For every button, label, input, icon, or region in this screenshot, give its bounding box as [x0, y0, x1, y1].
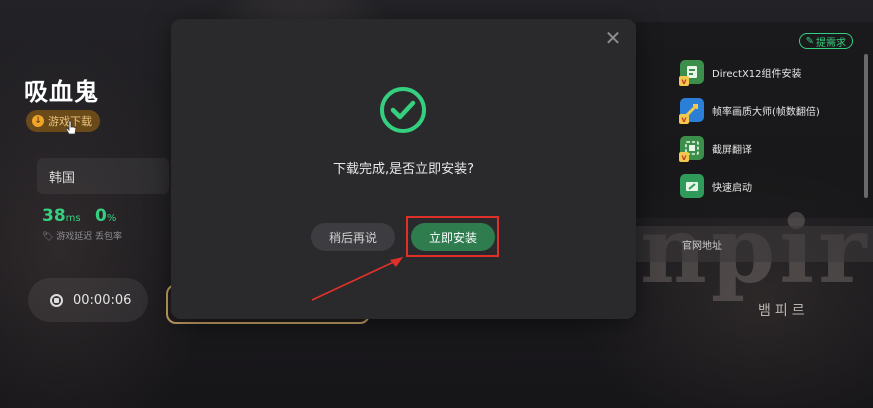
tool-label-screenshot-translate: 截屏翻译: [712, 144, 752, 156]
latency-stat: 38ms 🏷 游戏延迟: [42, 206, 92, 242]
region-label: 韩国: [49, 170, 76, 186]
korean-subtitle: 뱀피르: [758, 303, 809, 319]
loss-value: 0: [95, 206, 107, 226]
request-feature-label: 提需求: [816, 37, 846, 49]
official-site-label: 官网地址: [682, 240, 722, 252]
directx-icon: v: [679, 60, 704, 86]
game-download-button[interactable]: ↓ 游戏下载: [26, 110, 100, 132]
screenshot-translate-icon: v: [679, 136, 704, 162]
highlight-box: [406, 216, 499, 257]
latency-label: 🏷 游戏延迟: [42, 232, 93, 242]
tool-item-directx[interactable]: v DirectX12组件安装: [679, 59, 802, 86]
close-icon[interactable]: ✕: [604, 28, 622, 48]
loss-label: 丢包率: [95, 232, 123, 242]
timer-value: 00:00:06: [73, 292, 132, 308]
tool-label-quick-launch: 快速启动: [712, 182, 752, 194]
check-circle-icon: [380, 87, 426, 133]
latency-value: 38: [42, 206, 66, 226]
latency-unit: ms: [65, 213, 81, 224]
tool-label-directx: DirectX12组件安装: [712, 68, 802, 80]
session-timer[interactable]: 00:00:06: [28, 278, 148, 322]
official-site-link[interactable]: 官网地址: [636, 226, 873, 262]
later-button[interactable]: 稍后再说: [311, 223, 395, 251]
tool-label-frame-rate: 帧率画质大师(帧数翻倍): [712, 106, 820, 118]
tools-scrollbar[interactable]: [864, 54, 868, 198]
packet-loss-stat: 0% 丢包率: [95, 206, 122, 242]
region-selector[interactable]: 韩国: [37, 158, 169, 194]
dialog-message: 下载完成,是否立即安装?: [332, 162, 475, 177]
game-title: 吸血鬼: [24, 78, 99, 106]
tool-item-frame-rate[interactable]: v 帧率画质大师(帧数翻倍): [679, 97, 820, 124]
tool-item-screenshot-translate[interactable]: v 截屏翻译: [679, 135, 752, 162]
stop-icon: [50, 293, 63, 307]
quick-launch-icon: [680, 174, 704, 198]
annotation-arrow-icon: [311, 257, 403, 301]
download-icon: ↓: [32, 115, 44, 127]
mouse-cursor-icon: [66, 120, 77, 135]
loss-unit: %: [106, 213, 117, 224]
pencil-icon: ✎: [805, 35, 814, 47]
request-feature-button[interactable]: ✎ 提需求: [798, 33, 853, 49]
frame-rate-icon: v: [679, 98, 704, 124]
